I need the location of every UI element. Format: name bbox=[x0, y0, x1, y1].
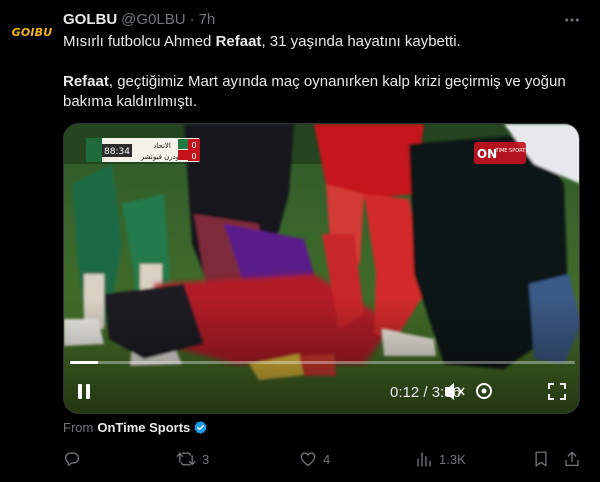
tweet[interactable]: GOIBU GOLBU @G0LBU · 7h Mısırlı futbolcu… bbox=[0, 0, 600, 482]
like-button[interactable]: 4 bbox=[299, 448, 330, 470]
retweet-icon bbox=[176, 452, 196, 466]
channel-logo: ON TIME SPORTS bbox=[474, 142, 529, 164]
separator-dot: · bbox=[189, 10, 195, 28]
tweet-text-line-1: Mısırlı futbolcu Ahmed Refaat, 31 yaşınd… bbox=[63, 32, 461, 52]
tweet-header: GOLBU @G0LBU · 7h bbox=[63, 9, 215, 29]
tweet-text-line-2: Refaat, geçtiğimiz Mart ayında maç oynan… bbox=[63, 72, 566, 92]
tweet-actions-bar: 3 4 1.3K bbox=[63, 448, 585, 470]
tweet-text-line-3: bakıma kaldırılmıştı. bbox=[63, 92, 197, 112]
avatar-logo-text: GOIBU bbox=[11, 25, 53, 39]
share-button[interactable] bbox=[563, 448, 581, 470]
retweet-button[interactable]: 3 bbox=[176, 448, 209, 470]
media-source-attribution: From OnTime Sports bbox=[63, 418, 208, 436]
video-player[interactable]: 88:34 الاتحاد مودرن فيوتشر 0 0 ON TIME S… bbox=[63, 123, 580, 414]
progress-fill bbox=[70, 361, 99, 364]
user-handle[interactable]: @G0LBU bbox=[121, 11, 185, 28]
tweet-text-bold: Refaat bbox=[215, 33, 262, 50]
views-chart-icon bbox=[417, 452, 431, 467]
reply-button[interactable] bbox=[63, 448, 87, 470]
verified-badge-icon bbox=[193, 420, 208, 435]
tweet-text-segment: , 31 yaşında hayatını kaybetti. bbox=[261, 33, 461, 50]
more-icon bbox=[565, 18, 579, 22]
bookmark-button[interactable] bbox=[532, 448, 550, 470]
bookmark-icon bbox=[535, 451, 547, 467]
heart-icon bbox=[300, 452, 316, 467]
share-icon bbox=[565, 451, 579, 467]
scoreboard-team1: الاتحاد bbox=[153, 142, 171, 150]
scoreboard-score1: 0 bbox=[191, 141, 196, 150]
tweet-text-segment: , geçtiğimiz Mart ayında maç oynanırken … bbox=[108, 73, 566, 90]
current-time: 0:12 bbox=[390, 384, 419, 401]
scoreboard-team2: مودرن فيوتشر bbox=[140, 153, 184, 161]
video-frame: 88:34 الاتحاد مودرن فيوتشر 0 0 ON TIME S… bbox=[64, 124, 579, 413]
views-button[interactable]: 1.3K bbox=[415, 448, 466, 470]
scoreboard: 88:34 الاتحاد مودرن فيوتشر 0 0 bbox=[86, 138, 200, 162]
display-name[interactable]: GOLBU bbox=[63, 11, 117, 28]
timestamp[interactable]: 7h bbox=[199, 11, 216, 28]
retweet-count: 3 bbox=[202, 451, 210, 467]
channel-logo-subtext: TIME SPORTS bbox=[494, 148, 528, 154]
avatar[interactable]: GOIBU bbox=[12, 12, 52, 52]
source-account-link[interactable]: OnTime Sports bbox=[97, 420, 190, 435]
more-options-button[interactable] bbox=[562, 10, 582, 30]
progress-track[interactable] bbox=[70, 361, 575, 364]
tweet-text-segment: Mısırlı futbolcu Ahmed bbox=[63, 33, 216, 50]
from-label: From bbox=[63, 419, 94, 435]
reply-icon bbox=[64, 452, 80, 466]
scoreboard-score2: 0 bbox=[191, 152, 196, 161]
like-count: 4 bbox=[323, 451, 331, 467]
channel-logo-text: ON bbox=[477, 147, 497, 161]
tweet-text-segment: bakıma kaldırılmıştı. bbox=[63, 93, 198, 110]
tweet-text-bold: Refaat bbox=[63, 73, 109, 90]
scoreboard-time: 88:34 bbox=[104, 147, 130, 157]
views-count: 1.3K bbox=[439, 451, 466, 467]
